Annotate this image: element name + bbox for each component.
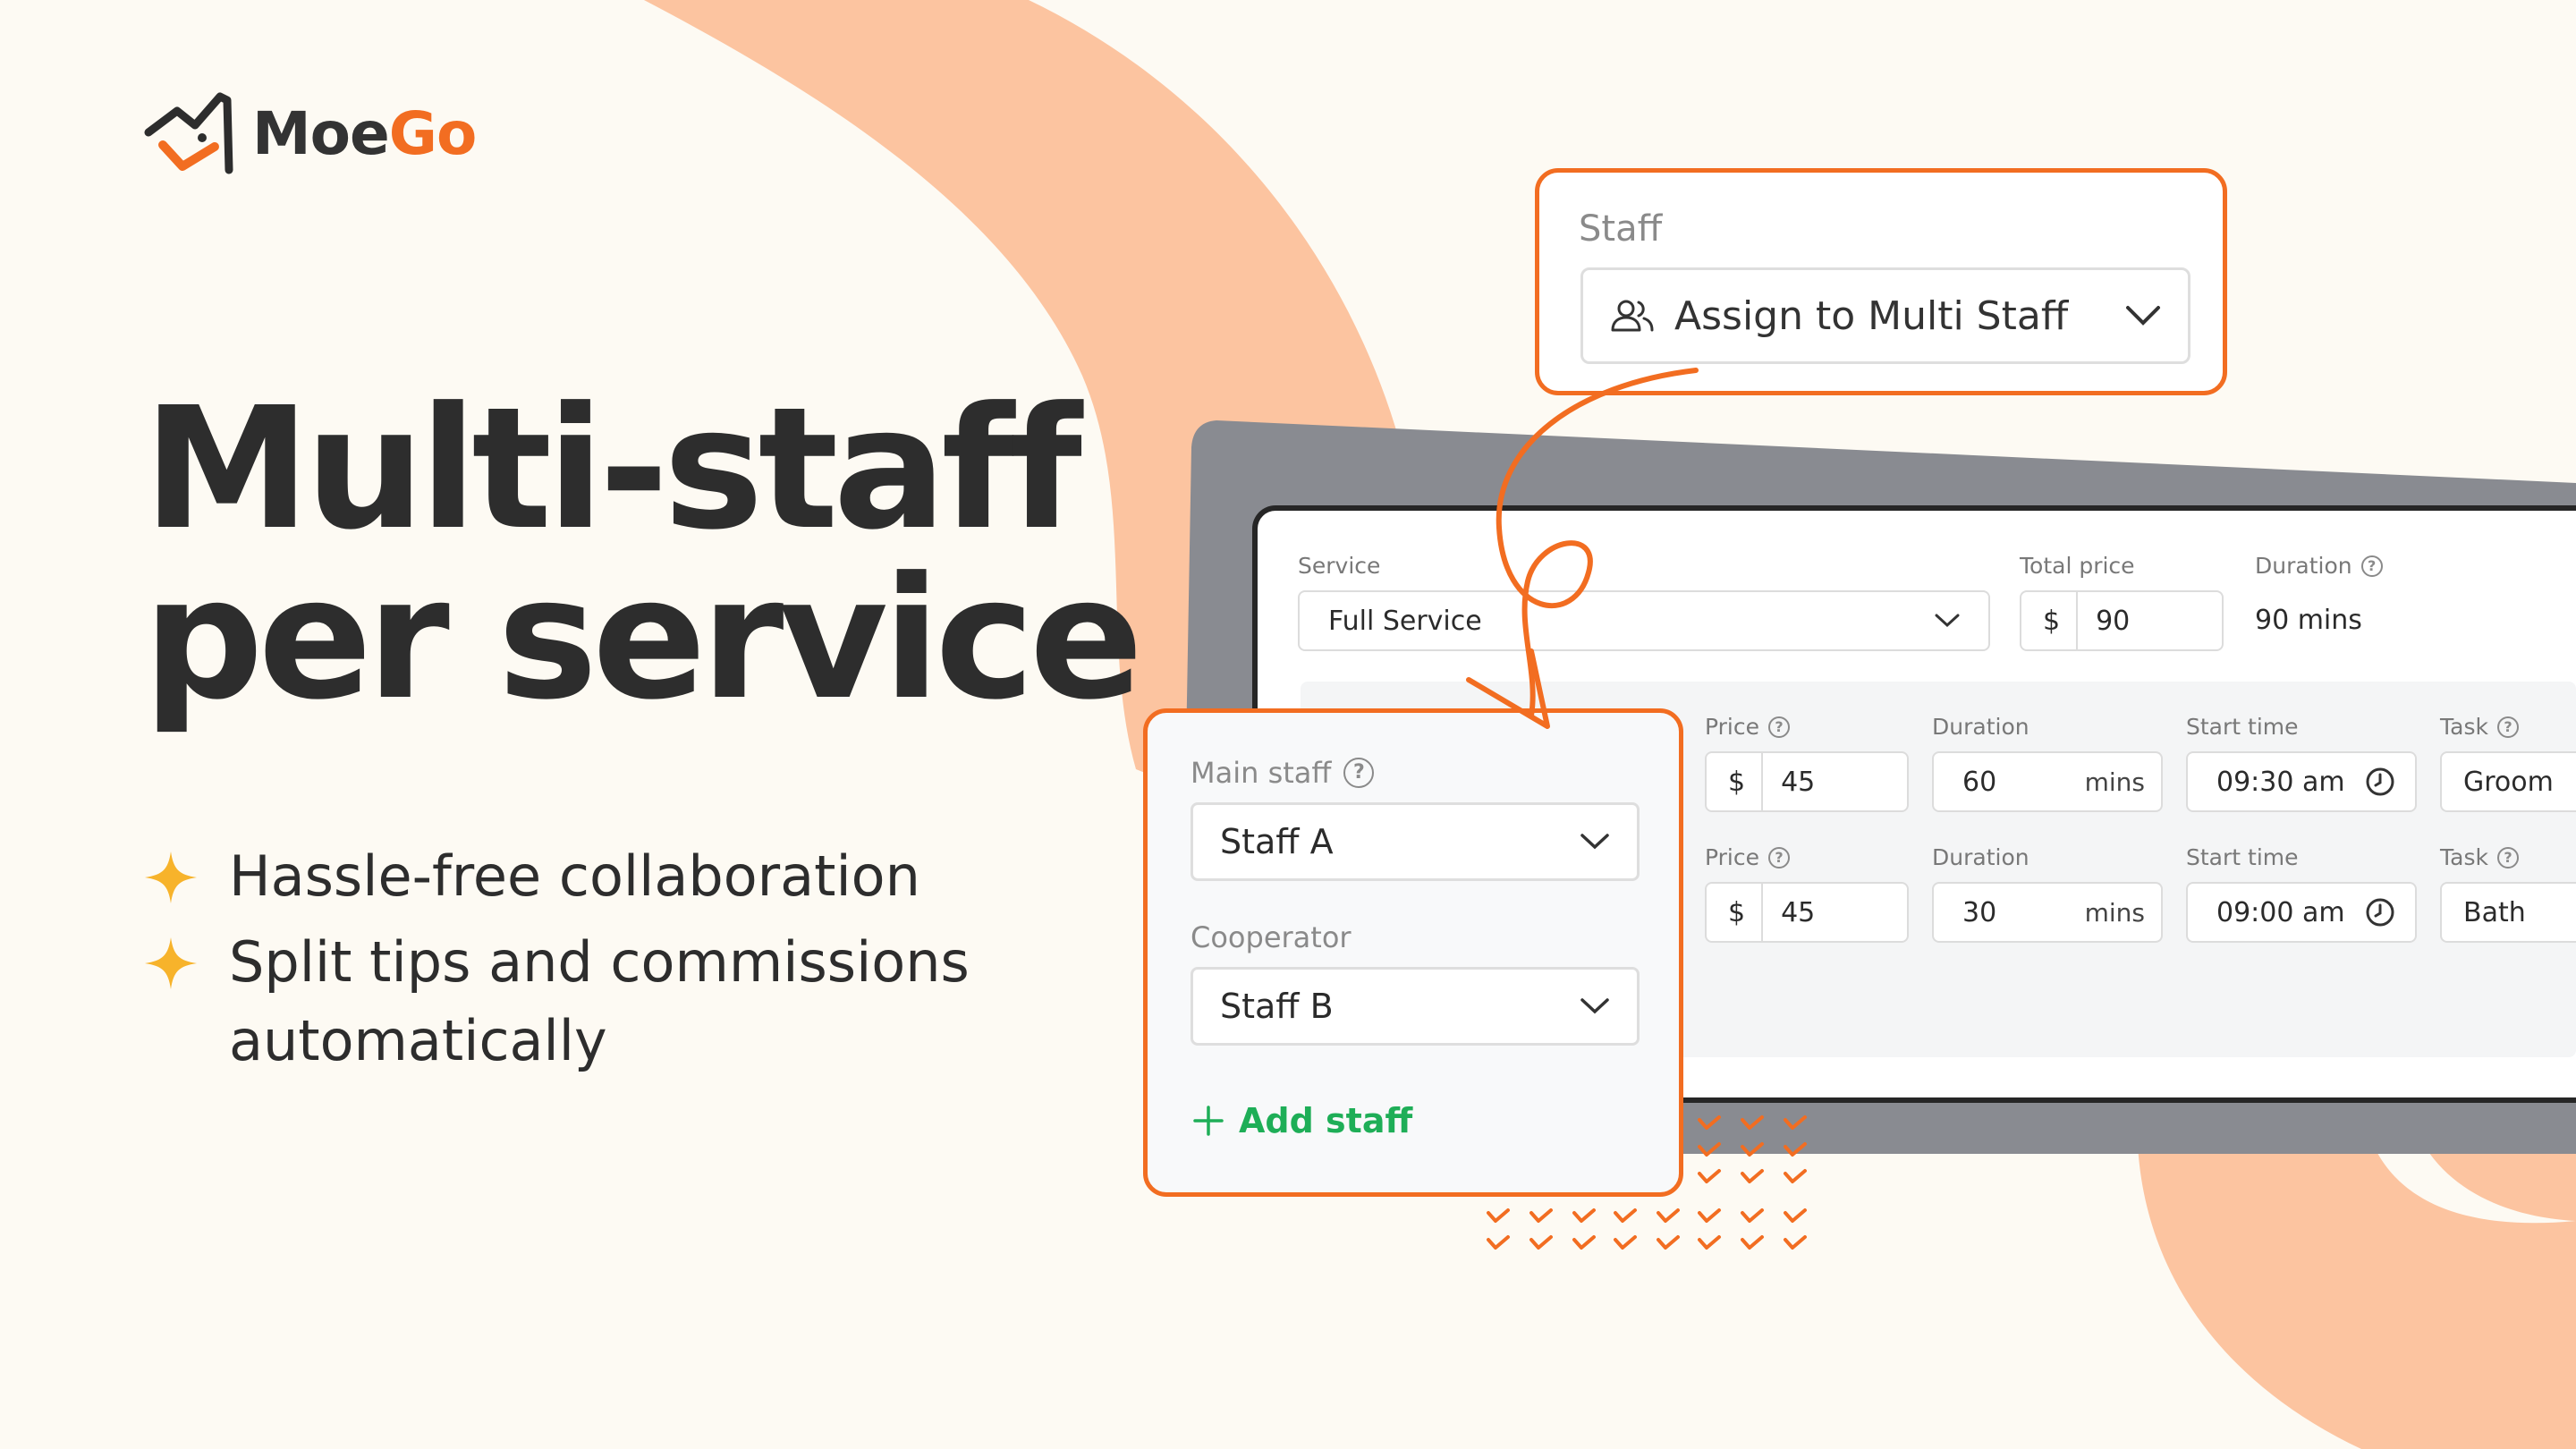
duration-input[interactable]: 60 mins bbox=[1932, 751, 2163, 812]
assign-multi-staff-select[interactable]: Assign to Multi Staff bbox=[1580, 267, 2190, 364]
feature-text: Split tips and commissions automatically bbox=[229, 929, 970, 1073]
task-label: Task? bbox=[2440, 714, 2519, 740]
duration-label: Duration bbox=[1932, 844, 2029, 870]
price-input[interactable]: $45 bbox=[1705, 882, 1909, 943]
chevron-down-icon bbox=[1580, 834, 1609, 850]
plus-icon bbox=[1193, 1106, 1224, 1136]
task-select[interactable]: Groom bbox=[2440, 751, 2576, 812]
price-input[interactable]: $45 bbox=[1705, 751, 1909, 812]
task-select[interactable]: Bath bbox=[2440, 882, 2576, 943]
add-staff-button[interactable]: Add staff bbox=[1192, 1101, 1412, 1140]
users-icon bbox=[1611, 300, 1654, 332]
start-time-input[interactable]: 09:30 am bbox=[2186, 751, 2417, 812]
start-time-label: Start time bbox=[2186, 844, 2299, 870]
total-price-label: Total price bbox=[2020, 553, 2135, 579]
help-icon[interactable]: ? bbox=[2360, 555, 2383, 577]
logo-wordmark: MoeGo bbox=[252, 98, 478, 168]
duration-label: Duration? bbox=[2255, 553, 2383, 579]
headline-line-2: per service bbox=[143, 541, 1143, 737]
main-staff-popup: Main staff? Staff A Cooperator Staff B A… bbox=[1143, 708, 1683, 1197]
duration-value: 90 mins bbox=[2255, 605, 2362, 636]
service-label: Service bbox=[1298, 553, 1381, 579]
chevron-down-icon bbox=[1935, 614, 1960, 628]
help-icon[interactable]: ? bbox=[1343, 758, 1375, 788]
logo-go: Go bbox=[388, 98, 478, 168]
moego-logo: MoeGo bbox=[143, 89, 478, 177]
price-label: Price? bbox=[1705, 714, 1790, 740]
clock-icon bbox=[2366, 898, 2394, 927]
help-icon[interactable]: ? bbox=[1768, 846, 1790, 869]
cooperator-label: Cooperator bbox=[1191, 920, 1352, 954]
feature-item: Hassle-free collaboration bbox=[143, 837, 1055, 916]
duration-input[interactable]: 30 mins bbox=[1932, 882, 2163, 943]
clock-icon bbox=[2366, 767, 2394, 796]
service-select[interactable]: Full Service bbox=[1298, 590, 1990, 651]
duration-label: Duration bbox=[1932, 714, 2029, 740]
staff-popup: Staff Assign to Multi Staff bbox=[1535, 168, 2227, 395]
sparkle-icon bbox=[145, 937, 197, 989]
feature-list: Hassle-free collaboration Split tips and… bbox=[143, 837, 1055, 1080]
task-label: Task? bbox=[2440, 844, 2519, 870]
staff-title: Staff bbox=[1579, 208, 1663, 250]
help-icon[interactable]: ? bbox=[1768, 716, 1790, 738]
sparkle-icon bbox=[145, 852, 197, 903]
headline: Multi-staff per service bbox=[143, 371, 1143, 737]
cooperator-select[interactable]: Staff B bbox=[1191, 967, 1640, 1046]
feature-item: Split tips and commissions automatically bbox=[143, 923, 1055, 1080]
start-time-label: Start time bbox=[2186, 714, 2299, 740]
total-price-input[interactable]: $ 90 bbox=[2020, 590, 2224, 651]
help-icon[interactable]: ? bbox=[2496, 716, 2519, 738]
price-label: Price? bbox=[1705, 844, 1790, 870]
main-staff-select[interactable]: Staff A bbox=[1191, 802, 1640, 881]
logo-moe: Moe bbox=[252, 98, 390, 168]
chevron-down-icon bbox=[2126, 306, 2160, 326]
help-icon[interactable]: ? bbox=[2496, 846, 2519, 869]
chevron-down-icon bbox=[1580, 998, 1609, 1014]
main-staff-label: Main staff? bbox=[1191, 756, 1375, 790]
headline-line-1: Multi-staff bbox=[143, 371, 1082, 567]
start-time-input[interactable]: 09:00 am bbox=[2186, 882, 2417, 943]
dog-logo-icon bbox=[144, 92, 233, 174]
feature-text: Hassle-free collaboration bbox=[229, 843, 920, 909]
